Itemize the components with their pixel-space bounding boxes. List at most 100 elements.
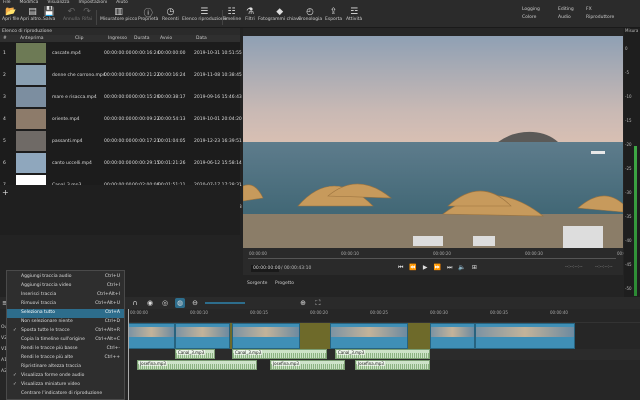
- context-menu-item[interactable]: Aggiungi traccia video Ctrl+I: [7, 282, 124, 291]
- context-menu-item[interactable]: ✓ Sposta tutte le tracce Ctrl+Alt+R: [7, 327, 124, 336]
- audio-clip[interactable]: Canal_3.mp3: [175, 349, 215, 359]
- menu-item-label: Copia la timeline sull'origine: [21, 337, 85, 342]
- meter-tick: 0: [625, 46, 628, 51]
- toolbar-label: Rifai: [82, 17, 92, 22]
- toolbar-timeline-button[interactable]: ☷ Timeline: [222, 7, 241, 22]
- ripple-icon[interactable]: ◎: [160, 298, 170, 308]
- ripple-all-icon[interactable]: ◍: [175, 298, 185, 308]
- audio-clip[interactable]: Josefina.mp3: [355, 360, 430, 370]
- toolbar-open-other-button[interactable]: ▤ Apri altro...: [20, 7, 45, 22]
- context-menu-item[interactable]: Seleziona tutto Ctrl+A: [7, 309, 124, 318]
- toolbar-history-button[interactable]: ◴ Cronologia: [298, 7, 322, 22]
- skip-previous-icon[interactable]: ⏮: [398, 264, 403, 272]
- video-clip[interactable]: [232, 323, 300, 349]
- toolbar-undo-button[interactable]: ↶ Annulla: [63, 7, 80, 22]
- layout-4[interactable]: Audio: [558, 15, 586, 20]
- scrub-icon[interactable]: ◉: [145, 298, 155, 308]
- video-clip[interactable]: [330, 323, 408, 349]
- zoom-fit-icon[interactable]: ⛶: [313, 298, 323, 308]
- fast-forward-icon[interactable]: ⏩: [434, 264, 441, 272]
- export-icon: ⇪: [329, 7, 338, 17]
- layout-2[interactable]: FX: [586, 7, 614, 12]
- peak-meter-icon: ▥: [114, 7, 123, 17]
- toolbar-keyframes-button[interactable]: ◆ Fotogrammi chiave: [258, 7, 301, 22]
- playlist-row[interactable]: 4 oriente.mp4 00:00:00:00 00:00:09:22 00:00:…: [0, 108, 242, 130]
- cell-dur: 00:00:21:22: [132, 73, 160, 78]
- video-clip[interactable]: [175, 323, 230, 349]
- cell-start: 00:00:54:13: [158, 117, 186, 122]
- layout-3[interactable]: Colore: [522, 15, 558, 20]
- toolbar-properties-button[interactable]: ⓘ Proprietà: [138, 7, 158, 23]
- toolbar-export-button[interactable]: ⇪ Esporta: [325, 7, 342, 22]
- toolbar-save-button[interactable]: 💾 Salva: [43, 7, 55, 22]
- toolbar-filters-button[interactable]: ⚗ Filtri: [245, 7, 255, 22]
- column-header[interactable]: Anteprima: [20, 36, 44, 41]
- timecode-field[interactable]: 00:00:00:00: [251, 265, 280, 272]
- column-header[interactable]: Clip: [75, 36, 84, 41]
- add-icon[interactable]: +: [2, 189, 10, 197]
- column-header[interactable]: Ingresso: [108, 36, 127, 41]
- context-menu-item[interactable]: Rendi le tracce più alte Ctrl++: [7, 354, 124, 363]
- transport-controls: ⏮ ⏪ ▶ ⏩ ⏭ 🔈 ⊞: [398, 264, 477, 272]
- context-menu-item[interactable]: Non selezionare niente Ctrl+D: [7, 318, 124, 327]
- playlist-row[interactable]: 2 donne che corrono.mp4 00:00:00:00 00:00:2…: [0, 64, 242, 86]
- skip-next-icon[interactable]: ⏭: [447, 264, 452, 272]
- toolbar-peak-meter-button[interactable]: ▥ Misuratore picco: [100, 7, 137, 22]
- playhead[interactable]: [128, 309, 129, 400]
- duration-label: / 00:00:43:10: [281, 266, 312, 271]
- playlist-row[interactable]: 3 mare e risacca.mp4 00:00:00:00 00:00:15:2…: [0, 86, 242, 108]
- volume-icon[interactable]: 🔈: [458, 264, 465, 272]
- cell-in: 00:00:00:00: [104, 51, 132, 56]
- grid-icon[interactable]: ⊞: [472, 264, 477, 272]
- column-header[interactable]: Data: [196, 36, 207, 41]
- meter-tick: -5: [625, 70, 629, 75]
- column-header[interactable]: Durata: [134, 36, 149, 41]
- context-menu-item[interactable]: ✓ Visualizza forme onde audio: [7, 372, 124, 381]
- video-clip[interactable]: [128, 323, 175, 349]
- scrub-bar[interactable]: 00:00:0000:00:1000:00:2000:00:3000:00:40: [248, 251, 635, 259]
- context-menu-item[interactable]: Rendi le tracce più basse Ctrl+-: [7, 345, 124, 354]
- context-menu-item[interactable]: Aggiungi traccia audio Ctrl+U: [7, 273, 124, 282]
- layout-5[interactable]: Riproduttore: [586, 15, 614, 20]
- snap-icon[interactable]: ∩: [130, 298, 140, 308]
- zoom-in-icon[interactable]: ⊕: [298, 298, 308, 308]
- open-other-icon: ▤: [28, 7, 37, 17]
- zoom-slider[interactable]: [205, 302, 245, 304]
- playlist-row[interactable]: 6 canto uccelli.mp4 00:00:00:00 00:00:29:15…: [0, 152, 242, 174]
- video-clip[interactable]: [475, 323, 575, 349]
- toolbar-playlist-button[interactable]: ☰ Elenco riproduzione: [182, 7, 227, 22]
- toolbar-recent-button[interactable]: ◷ Recenti: [162, 7, 179, 22]
- context-menu-item[interactable]: Copia la timeline sull'origine Ctrl+Alt+C: [7, 336, 124, 345]
- context-menu-item[interactable]: Rimuovi traccia Ctrl+Alt+U: [7, 300, 124, 309]
- toolbar-jobs-button[interactable]: ☲ Attività: [346, 7, 362, 22]
- clip-name: Josefina.mp3: [357, 361, 385, 366]
- toolbar-redo-button[interactable]: ↷ Rifai: [82, 7, 92, 22]
- toolbar-label: Timeline: [222, 17, 242, 22]
- context-menu-item[interactable]: Inserisci traccia Ctrl+Alt+I: [7, 291, 124, 300]
- audio-clip[interactable]: Canal_3.mp3: [232, 349, 327, 359]
- column-header[interactable]: #: [3, 36, 7, 41]
- column-header[interactable]: Avvio: [160, 36, 172, 41]
- tab-project[interactable]: Progetto: [275, 281, 294, 286]
- context-menu-item[interactable]: Centrare l'indicatore di riproduzione: [7, 390, 124, 399]
- zoom-out-icon[interactable]: ⊖: [190, 298, 200, 308]
- video-clip[interactable]: [430, 323, 475, 349]
- layout-0[interactable]: Logging: [522, 7, 558, 12]
- playlist-row[interactable]: 5 passanti.mp4 00:00:00:00 00:00:17:21 00:01…: [0, 130, 242, 152]
- menu-item-shortcut: Ctrl++: [104, 355, 120, 360]
- menu-item-shortcut: Ctrl+Alt+U: [95, 301, 120, 306]
- context-menu-item[interactable]: Ripristinare altezza traccia: [7, 363, 124, 372]
- cell-start: 00:01:21:26: [158, 161, 186, 166]
- layout-1[interactable]: Editing: [558, 7, 586, 12]
- audio-clip[interactable]: Canal_3.mp3: [335, 349, 430, 359]
- menu-item-label: Rendi le tracce più basse: [21, 346, 78, 351]
- audio-clip[interactable]: Josefina.mp3: [270, 360, 345, 370]
- play-icon[interactable]: ▶: [423, 264, 428, 272]
- toolbar-open-folder-button[interactable]: 📂 Apri file: [2, 7, 19, 22]
- menu-item-label: Inserisci traccia: [21, 292, 57, 297]
- audio-clip[interactable]: Josefina.mp3: [137, 360, 257, 370]
- playlist-row[interactable]: 1 cascate.mp4 00:00:00:00 00:00:16:24 00:00:…: [0, 42, 242, 64]
- rewind-icon[interactable]: ⏪: [409, 264, 416, 272]
- context-menu-item[interactable]: ✓ Visualizza miniature video: [7, 381, 124, 390]
- tab-source[interactable]: Sorgente: [247, 281, 267, 286]
